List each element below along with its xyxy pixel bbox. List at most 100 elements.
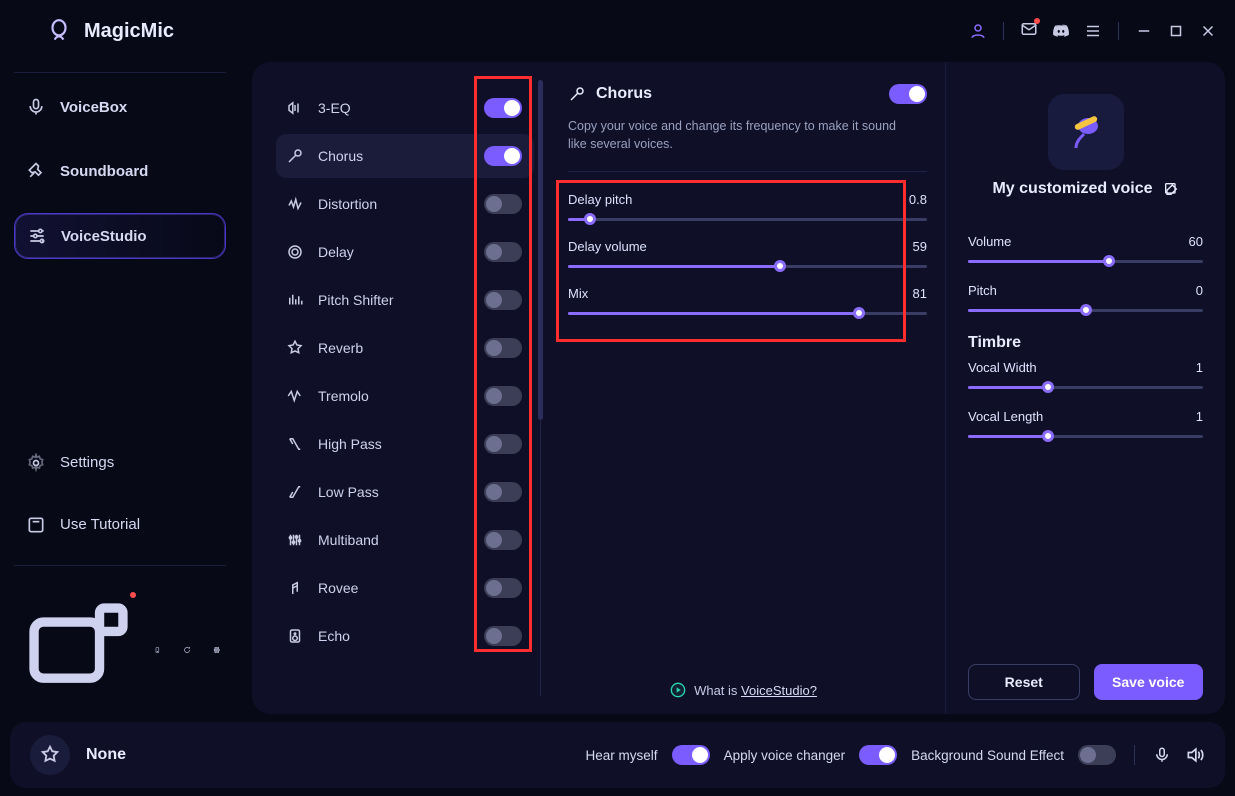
vocal-width-slider[interactable]: Vocal Width1 <box>968 360 1203 399</box>
effect-toggle[interactable] <box>484 434 522 454</box>
effect-toggle[interactable] <box>484 530 522 550</box>
sidebar-item-soundboard[interactable]: Soundboard <box>14 149 226 193</box>
effect-toggle[interactable] <box>484 626 522 646</box>
effect-row-rovee[interactable]: Rovee <box>276 566 534 610</box>
sidebar-item-label: VoiceBox <box>60 99 127 116</box>
sidebar-item-voicestudio[interactable]: VoiceStudio <box>14 213 226 259</box>
effect-row-distortion[interactable]: Distortion <box>276 182 534 226</box>
effect-icon <box>286 483 304 501</box>
menu-icon[interactable] <box>1084 22 1102 40</box>
effect-toggle[interactable] <box>484 482 522 502</box>
timbre-label: Timbre <box>968 334 1203 352</box>
effect-row-multiband[interactable]: Multiband <box>276 518 534 562</box>
sidebar: VoiceBox Soundboard VoiceStudio <box>0 62 240 714</box>
maximize-icon[interactable] <box>1167 22 1185 40</box>
save-voice-button[interactable]: Save voice <box>1094 664 1204 700</box>
effect-label: High Pass <box>318 436 382 452</box>
book-icon <box>26 515 46 535</box>
wand-icon <box>568 85 586 103</box>
effect-row-chorus[interactable]: Chorus <box>276 134 534 178</box>
effect-toggle[interactable] <box>484 338 522 358</box>
app-title: MagicMic <box>84 20 174 43</box>
effect-row-3-eq[interactable]: 3-EQ <box>276 86 534 130</box>
detail-description: Copy your voice and change its frequency… <box>568 118 898 153</box>
effect-toggle[interactable] <box>484 578 522 598</box>
effect-label: Multiband <box>318 532 379 548</box>
effect-label: Reverb <box>318 340 363 356</box>
effect-icon <box>286 147 304 165</box>
bg-toggle[interactable] <box>1078 745 1116 765</box>
effect-row-pitch-shifter[interactable]: Pitch Shifter <box>276 278 534 322</box>
user-icon[interactable] <box>969 22 987 40</box>
edit-icon[interactable] <box>1163 181 1179 197</box>
sidebar-item-voicebox[interactable]: VoiceBox <box>14 85 226 129</box>
effect-label: Distortion <box>318 196 377 212</box>
volume-slider[interactable]: Volume60 <box>968 234 1203 273</box>
sidebar-item-settings[interactable]: Settings <box>14 441 226 485</box>
preset-icon[interactable] <box>30 735 70 775</box>
hear-toggle[interactable] <box>672 745 710 765</box>
sidebar-item-label: Use Tutorial <box>60 516 140 533</box>
effect-label: Pitch Shifter <box>318 292 393 308</box>
minimize-icon[interactable] <box>1135 22 1153 40</box>
effect-icon <box>286 291 304 309</box>
discord-icon[interactable] <box>1052 22 1070 40</box>
apply-toggle[interactable] <box>859 745 897 765</box>
effect-row-reverb[interactable]: Reverb <box>276 326 534 370</box>
tray-chat-icon[interactable] <box>183 640 190 660</box>
param-mix[interactable]: Mix81 <box>568 286 927 325</box>
sidebar-item-tutorial[interactable]: Use Tutorial <box>14 503 226 547</box>
effect-icon <box>286 531 304 549</box>
pin-icon <box>26 161 46 181</box>
effect-icon <box>286 387 304 405</box>
main-panel: 3-EQ Chorus Distortion Delay Pitch Shifter Re… <box>252 62 1225 714</box>
effect-toggle[interactable] <box>484 290 522 310</box>
pitch-slider[interactable]: Pitch0 <box>968 283 1203 322</box>
param-delay-pitch[interactable]: Delay pitch0.8 <box>568 192 927 231</box>
effect-icon <box>286 195 304 213</box>
effect-toggle[interactable] <box>484 194 522 214</box>
effect-icon <box>286 339 304 357</box>
effect-row-high-pass[interactable]: High Pass <box>276 422 534 466</box>
tray-phone-icon[interactable] <box>154 640 161 660</box>
effect-toggle[interactable] <box>484 98 522 118</box>
mail-notification-dot <box>1034 18 1040 24</box>
titlebar: MagicMic <box>0 0 1235 62</box>
effect-icon <box>286 627 304 645</box>
effect-row-tremolo[interactable]: Tremolo <box>276 374 534 418</box>
detail-title: Chorus <box>596 85 652 103</box>
hear-label: Hear myself <box>586 748 658 763</box>
param-delay-volume[interactable]: Delay volume59 <box>568 239 927 278</box>
mic-icon[interactable] <box>1153 746 1171 764</box>
effect-label: Delay <box>318 244 354 260</box>
whatis-link[interactable]: VoiceStudio? <box>741 683 817 698</box>
gear-icon <box>26 453 46 473</box>
effect-icon <box>286 243 304 261</box>
vocal-length-slider[interactable]: Vocal Length1 <box>968 409 1203 448</box>
effect-row-echo[interactable]: Echo <box>276 614 534 658</box>
speaker-icon[interactable] <box>1185 745 1205 765</box>
effect-toggle[interactable] <box>484 242 522 262</box>
apply-label: Apply voice changer <box>724 748 846 763</box>
play-circle-icon[interactable] <box>670 682 686 698</box>
tray-device-icon[interactable] <box>20 594 132 706</box>
voice-avatar <box>1048 94 1124 170</box>
effects-list: 3-EQ Chorus Distortion Delay Pitch Shifter Re… <box>252 62 542 714</box>
detail-toggle[interactable] <box>889 84 927 104</box>
effect-toggle[interactable] <box>484 146 522 166</box>
tray-notification-dot <box>130 592 136 598</box>
tray-stack-icon[interactable] <box>213 640 220 660</box>
sliders-icon <box>27 226 47 246</box>
bg-label: Background Sound Effect <box>911 748 1064 763</box>
effect-toggle[interactable] <box>484 386 522 406</box>
effect-label: 3-EQ <box>318 100 351 116</box>
effect-row-delay[interactable]: Delay <box>276 230 534 274</box>
effect-label: Low Pass <box>318 484 379 500</box>
reset-button[interactable]: Reset <box>968 664 1080 700</box>
close-icon[interactable] <box>1199 22 1217 40</box>
effect-icon <box>286 579 304 597</box>
effect-row-low-pass[interactable]: Low Pass <box>276 470 534 514</box>
app-logo-icon <box>46 18 72 44</box>
microphone-icon <box>26 97 46 117</box>
sidebar-item-label: Settings <box>60 454 114 471</box>
